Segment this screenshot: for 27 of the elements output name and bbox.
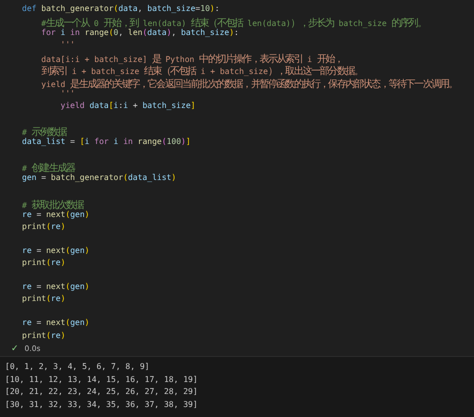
code-line: #生成一个从 0 开始，到 len(data) 结束（不包括 len(data)），步长为 batch_size 的序列。	[40, 16, 426, 28]
code-line: # 创建生成器	[22, 162, 75, 174]
code-line: for i in range(0, len(data), batch_size):	[40, 28, 239, 40]
output-line: [30, 31, 32, 33, 34, 35, 36, 37, 38, 39]	[5, 400, 198, 412]
output-line: [0, 1, 2, 3, 4, 5, 6, 7, 8, 9]	[5, 362, 150, 373]
code-line: '''	[60, 40, 75, 52]
code-line: yield data[i:i + batch_size]	[60, 100, 196, 112]
code-line: re = next(gen)	[22, 246, 90, 257]
code-line: re = next(gen)	[22, 282, 90, 294]
code-line: print(re)	[22, 258, 66, 269]
output-line: [20, 21, 22, 23, 24, 25, 26, 27, 28, 29]	[5, 387, 198, 398]
code-line: # 示例数据	[22, 126, 66, 138]
code-line: '''	[60, 88, 75, 100]
code-line: yield 是生成器的关键字，它会返回当前批次的数据，并暂停函数的执行，保存内部状态，等待下一次调用。	[40, 78, 458, 89]
code-line: print(re)	[22, 330, 66, 342]
code-line: re = next(gen)	[22, 318, 90, 330]
code-line: print(re)	[22, 294, 66, 306]
code-line: gen = batch_generator(data_list)	[22, 173, 176, 184]
check-icon: ✓	[11, 344, 19, 354]
code-line: data[i:i + batch_size] 是 Python 中的切片操作，表示从索引 i 开始，	[40, 52, 343, 64]
code-line: def batch_generator(data, batch_size=10):	[22, 4, 220, 15]
code-line: 到索引 i + batch_size 结束（不包括 i + batch_size），取出这一部分数据。	[40, 64, 363, 77]
code-line: # 获取批次数据	[22, 198, 84, 210]
code-line: print(re)	[22, 222, 66, 233]
code-line: re = next(gen)	[22, 210, 90, 221]
output-line: [10, 11, 12, 13, 14, 15, 16, 17, 18, 19]	[5, 374, 198, 386]
code-line: data_list = [i for i in range(100)]	[22, 137, 191, 148]
